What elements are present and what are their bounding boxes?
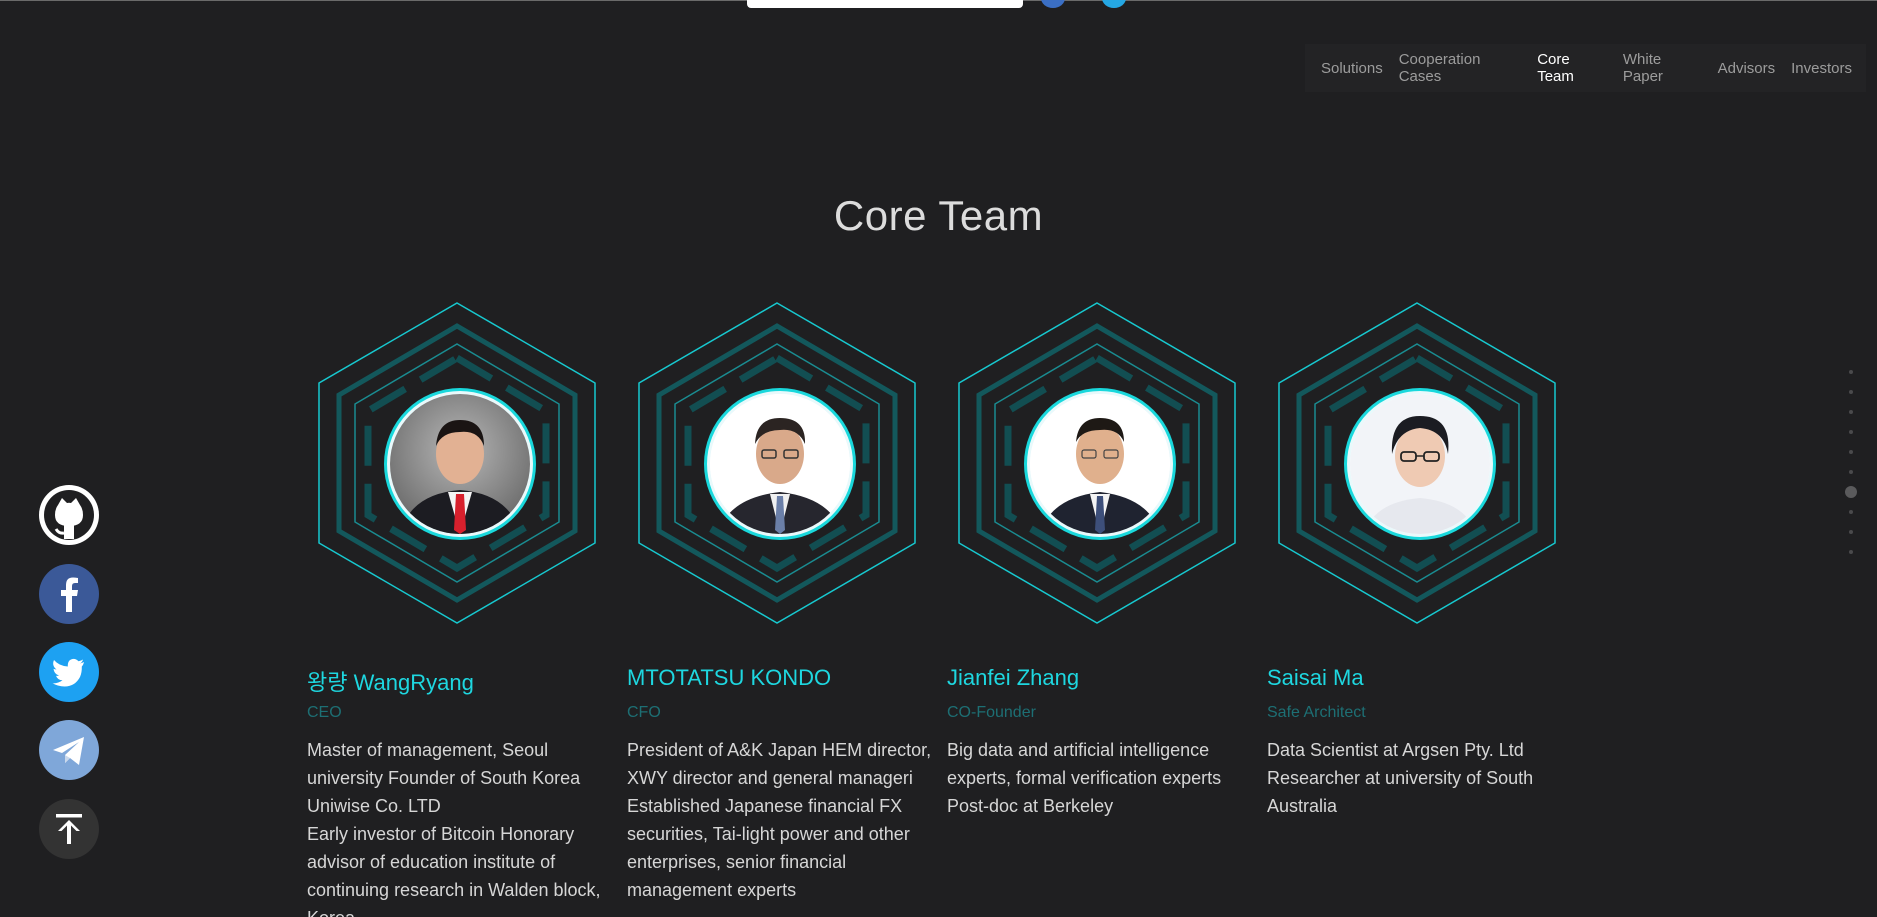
avatar [1347,391,1493,537]
section-dot[interactable] [1849,430,1853,434]
avatar [387,391,533,537]
nav-cooperation-cases[interactable]: Cooperation Cases [1399,51,1521,85]
nav-white-paper[interactable]: White Paper [1623,51,1702,85]
section-dot[interactable] [1849,510,1853,514]
nav-investors[interactable]: Investors [1791,60,1852,77]
member-bio: Master of management, Seoul university F… [307,736,612,917]
bio-line: Data Scientist at Argsen Pty. Ltd Resear… [1267,740,1534,816]
member-role: CFO [627,704,661,721]
member-bio: Big data and artificial intelligence exp… [947,736,1252,820]
bio-line: Big data and artificial intelligence exp… [947,740,1222,816]
facebook-icon [39,564,99,624]
twitter-button[interactable] [39,642,99,702]
back-to-top-button[interactable] [39,799,99,859]
top-language-icon[interactable] [1041,0,1065,8]
telegram-button[interactable] [39,720,99,780]
top-share-icon[interactable] [1102,0,1126,8]
section-title: Core Team [833,192,1044,240]
top-search-box[interactable] [747,0,1023,8]
bio-line: Established Japanese financial FX securi… [627,796,910,900]
section-dot[interactable] [1849,530,1853,534]
member-name: Jianfei Zhang [947,665,1080,690]
telegram-icon [39,720,99,780]
member-role: CEO [307,704,342,721]
nav-advisors[interactable]: Advisors [1718,60,1776,77]
section-dot[interactable] [1849,390,1853,394]
nav-core-team[interactable]: Core Team [1537,51,1607,85]
avatar [1027,391,1173,537]
facebook-button[interactable] [39,564,99,624]
twitter-icon [39,642,99,702]
github-icon [39,485,99,545]
hex-frame [635,300,919,627]
back-to-top-icon [39,799,99,859]
section-dot[interactable] [1849,470,1853,474]
bio-line: Master of management, Seoul university F… [307,740,581,816]
member-name: MTOTATSU KONDO [627,665,832,690]
section-dot[interactable] [1849,550,1853,554]
member-bio: President of A&K Japan HEM director, XWY… [627,736,932,904]
bio-line: President of A&K Japan HEM director, XWY… [627,740,932,788]
member-role: CO-Founder [947,704,1036,721]
section-dot-navigation [1845,370,1857,560]
hex-frame [955,300,1239,627]
member-name: Saisai Ma [1267,665,1364,690]
top-navigation: Solutions Cooperation Cases Core Team Wh… [1305,44,1866,92]
avatar [707,391,853,537]
bio-line: Early investor of Bitcoin Honorary advis… [307,824,601,917]
github-button[interactable] [39,485,99,545]
section-dot[interactable] [1849,410,1853,414]
hex-frame [1275,300,1559,627]
nav-solutions[interactable]: Solutions [1321,60,1383,77]
member-bio: Data Scientist at Argsen Pty. Ltd Resear… [1267,736,1572,820]
section-dot-active[interactable] [1845,486,1857,498]
member-name: 왕량 WangRyang [307,670,474,695]
hex-frame [315,300,599,627]
section-dot[interactable] [1849,450,1853,454]
section-dot[interactable] [1849,370,1853,374]
member-role: Safe Architect [1267,704,1366,721]
